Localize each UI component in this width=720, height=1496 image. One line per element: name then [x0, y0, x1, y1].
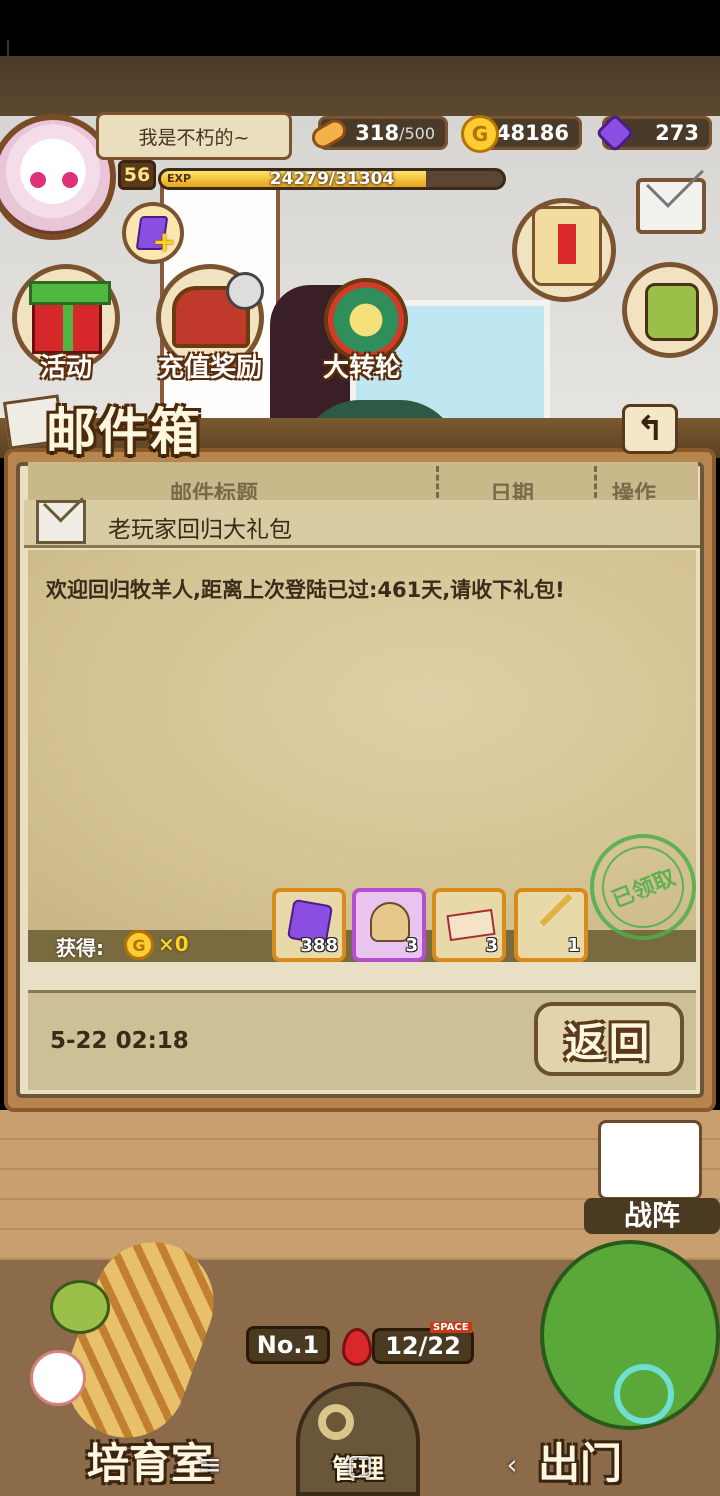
item-count: 3	[485, 935, 498, 956]
activity-label: 活动	[39, 353, 92, 383]
stamina-current: 318	[355, 121, 400, 145]
item-count: 3	[405, 935, 418, 956]
system-nav-bar: ≡ ▢ ‹	[0, 1430, 720, 1496]
item-count: 1	[567, 935, 580, 956]
exp-bar: EXP 24279/31304	[158, 168, 506, 190]
stamina-max: /500	[399, 123, 435, 143]
formation-label: 战阵	[584, 1198, 720, 1234]
exit-tree[interactable]	[540, 1240, 720, 1430]
coin-amount: ×0	[158, 932, 189, 956]
recharge-reward-button[interactable]: 充值奖励	[150, 264, 270, 384]
item-count: 388	[300, 935, 338, 956]
mail-title: 老玩家回归大礼包	[108, 517, 292, 543]
menu-icon[interactable]: ≡	[188, 1442, 232, 1486]
envelope-icon	[36, 500, 86, 544]
exclamation-icon	[558, 224, 576, 264]
gem-value: 273	[655, 121, 699, 145]
white-egg-icon	[30, 1350, 86, 1406]
space-tag: SPACE	[430, 1322, 472, 1333]
space-counter: 12/22	[372, 1328, 474, 1364]
reward-item-ticket[interactable]: 3	[432, 888, 506, 962]
activity-button[interactable]: 活动	[6, 264, 126, 384]
reward-item-helmet[interactable]: 3	[352, 888, 426, 962]
wheel-label: 大转轮	[322, 353, 401, 383]
game-screen: 我是不朽的~ 56 EXP 24279/31304 318/500 G 4818…	[0, 0, 720, 1496]
mail-button[interactable]	[636, 178, 706, 234]
close-mailbox-button[interactable]: ↰	[622, 404, 678, 454]
avatar-eye	[62, 172, 78, 188]
gold-counter[interactable]: G 48186	[461, 115, 582, 153]
return-button[interactable]: 返回	[534, 1002, 684, 1076]
reward-item-gem[interactable]: 388	[272, 888, 346, 962]
buy-gems-button[interactable]: +	[122, 202, 184, 264]
obtain-label: 获得:	[56, 936, 104, 960]
gold-coin-icon: G	[461, 115, 499, 153]
back-icon[interactable]: ‹	[490, 1442, 534, 1486]
clock-icon	[226, 272, 264, 310]
mailbox-title: 邮件箱	[46, 403, 202, 461]
home-icon[interactable]: ▢	[338, 1442, 382, 1486]
formation-art	[598, 1120, 702, 1200]
rank-badge: No.1	[246, 1326, 330, 1364]
gold-value: 48186	[495, 121, 569, 145]
avatar-eye	[30, 172, 46, 188]
tail-decoration	[49, 1225, 231, 1455]
gem-counter[interactable]: 273	[595, 113, 712, 153]
plus-icon: +	[152, 225, 176, 258]
column-divider	[594, 466, 597, 498]
reward-item-key[interactable]: 1	[514, 888, 597, 962]
exp-value: 24279/31304	[269, 169, 395, 189]
quest-scroll-button[interactable]	[506, 192, 626, 302]
big-wheel-button[interactable]: 大转轮	[302, 264, 422, 384]
mail-column-headers: 邮件标题 日期 操作	[28, 462, 698, 507]
player-name[interactable]: 我是不朽的~	[96, 112, 292, 160]
portal-spiral-icon	[614, 1364, 674, 1424]
flame-icon	[342, 1328, 372, 1366]
level-badge: 56	[118, 160, 156, 190]
stamina-counter[interactable]: 318/500	[307, 115, 448, 153]
green-egg-icon	[50, 1280, 110, 1334]
helmet-icon	[370, 902, 410, 942]
gold-coin-icon: G	[124, 930, 154, 960]
mail-message: 欢迎回归牧羊人,距离上次登陆已过:461天,请收下礼包!	[46, 578, 565, 602]
status-bar	[0, 0, 720, 56]
formation-button[interactable]: 战阵	[584, 1120, 720, 1240]
backpack-icon	[645, 283, 699, 341]
recharge-label: 充值奖励	[157, 353, 262, 383]
backpack-button[interactable]	[622, 262, 718, 358]
mail-date: 5-22 02:18	[50, 1028, 189, 1054]
column-divider	[436, 466, 439, 498]
gift-icon	[29, 281, 111, 354]
